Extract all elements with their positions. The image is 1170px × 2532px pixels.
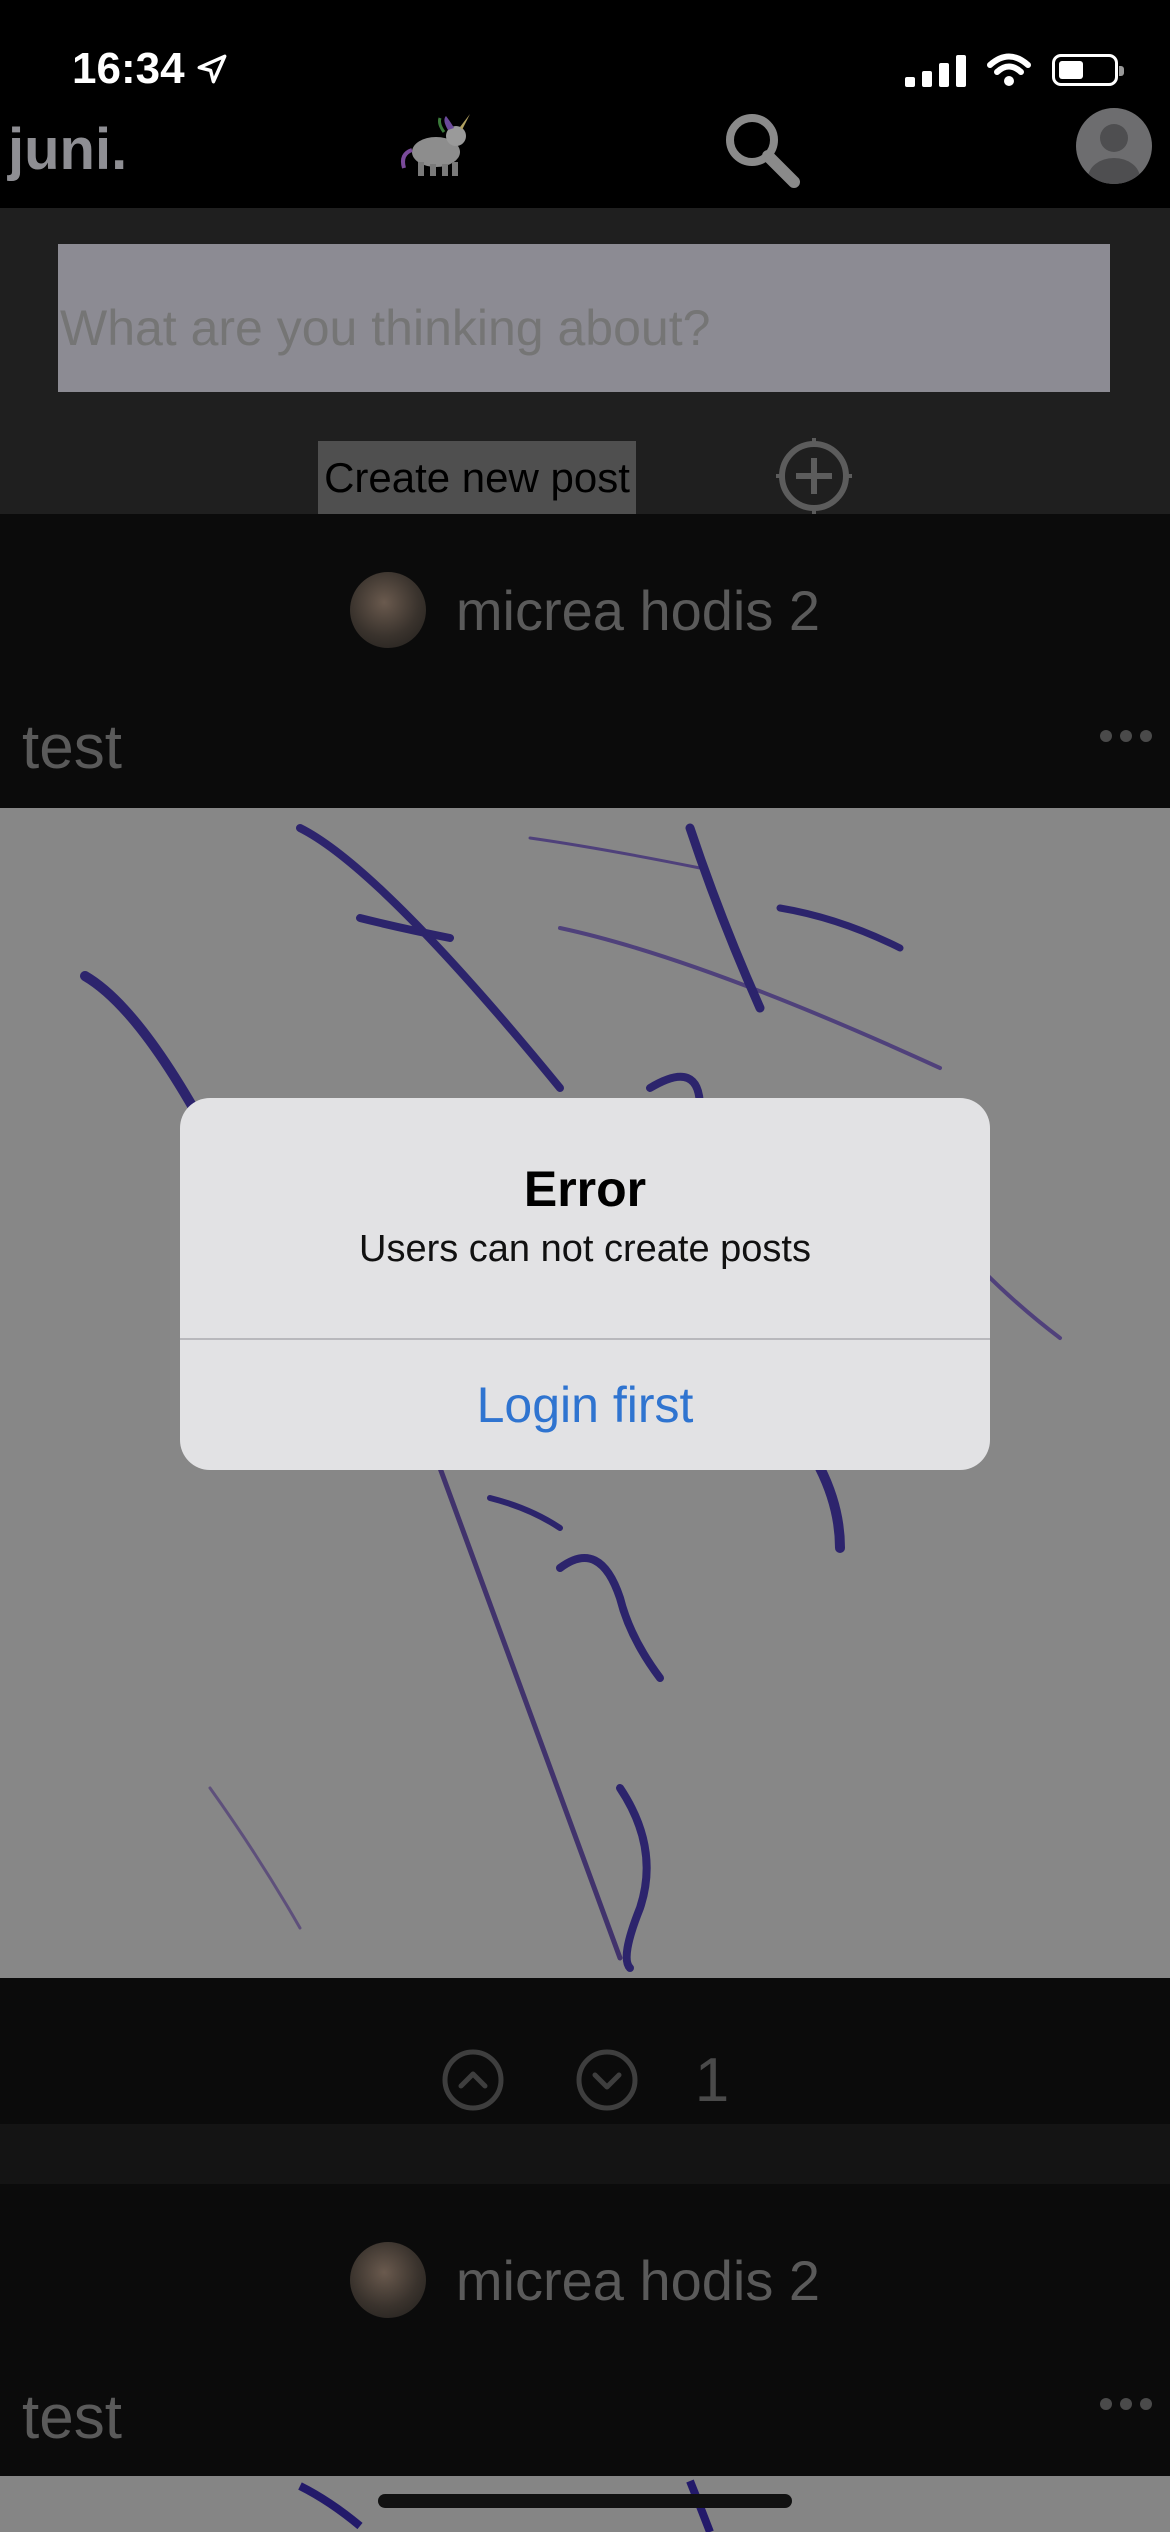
post-title: test [22, 713, 122, 782]
profile-avatar-icon[interactable] [1076, 108, 1152, 184]
author-name[interactable]: micrea hodis 2 [456, 578, 820, 643]
vote-row: 1 [0, 2030, 1170, 2130]
more-options-icon[interactable] [1100, 730, 1160, 750]
create-post-button[interactable]: Create new post [318, 441, 636, 515]
upvote-icon[interactable] [441, 2048, 505, 2112]
post-separator [0, 2124, 1170, 2184]
battery-icon [1052, 54, 1124, 86]
alert-title: Error [523, 1161, 647, 1217]
vote-count: 1 [694, 2045, 730, 2115]
downvote-icon[interactable] [575, 2048, 639, 2112]
status-time-text: 16:34 [72, 44, 185, 93]
plus-circle-icon[interactable] [774, 436, 854, 516]
author-avatar[interactable] [349, 572, 426, 648]
more-options-icon[interactable] [1100, 2398, 1160, 2418]
post-author-row[interactable]: micrea hodis 2 [0, 560, 1170, 660]
author-name[interactable]: micrea hodis 2 [456, 2248, 820, 2313]
post-author-row[interactable]: micrea hodis 2 [0, 2230, 1170, 2330]
wifi-icon [987, 53, 1031, 86]
unicorn-logo-icon[interactable] [396, 110, 476, 180]
status-icons [905, 52, 1124, 88]
status-time: 16:34 [72, 44, 229, 94]
app-brand[interactable]: juni. [8, 116, 127, 183]
home-indicator[interactable] [378, 2494, 792, 2508]
cellular-signal-icon [905, 53, 966, 87]
post-title: test [22, 2383, 122, 2452]
post-input[interactable] [58, 244, 1110, 392]
author-avatar[interactable] [349, 2242, 426, 2318]
location-arrow-icon [197, 54, 226, 84]
alert-message: Users can not create posts [359, 1228, 811, 1270]
error-alert-dialog: Error Users can not create posts Login f… [180, 1098, 990, 1470]
login-first-button[interactable]: Login first [180, 1340, 990, 1470]
search-icon[interactable] [716, 104, 806, 194]
